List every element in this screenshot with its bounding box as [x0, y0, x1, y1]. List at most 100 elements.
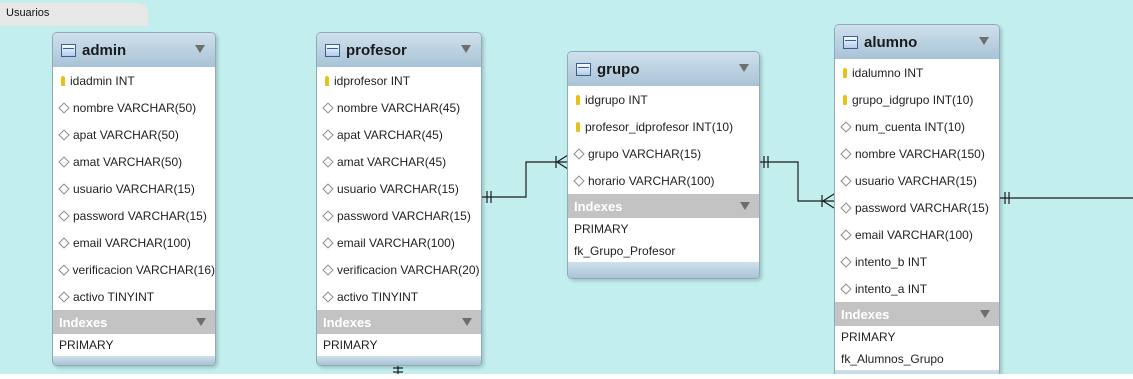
indexes-header[interactable]: Indexes	[53, 310, 215, 334]
column-label: password VARCHAR(15)	[337, 208, 471, 223]
table-header[interactable]: profesor	[317, 33, 481, 67]
key-icon	[843, 67, 847, 78]
table-header[interactable]: admin	[53, 33, 215, 67]
column-label: grupo_idgrupo INT(10)	[852, 92, 974, 107]
column-row[interactable]: email VARCHAR(100)	[317, 229, 481, 256]
table-footer	[53, 356, 215, 365]
column-label: activo TINYINT	[337, 289, 419, 304]
collapse-arrow-icon[interactable]	[462, 318, 472, 326]
column-icon	[573, 147, 585, 160]
table-header[interactable]: alumno	[835, 25, 999, 59]
column-row[interactable]: apat VARCHAR(45)	[317, 121, 481, 148]
collapse-arrow-icon[interactable]	[739, 64, 749, 72]
column-icon	[322, 182, 334, 195]
indexes-label: Indexes	[841, 306, 890, 322]
column-icon	[840, 120, 852, 133]
column-label: grupo VARCHAR(15)	[588, 146, 702, 161]
column-row[interactable]: activo TINYINT	[53, 283, 215, 310]
column-row[interactable]: idgrupo INT	[568, 86, 759, 113]
column-label: nombre VARCHAR(50)	[73, 100, 197, 115]
table-icon	[843, 35, 858, 49]
column-row[interactable]: idadmin INT	[53, 67, 215, 94]
column-icon	[58, 101, 70, 114]
column-row[interactable]: password VARCHAR(15)	[317, 202, 481, 229]
index-row[interactable]: PRIMARY	[568, 218, 759, 240]
indexes-header[interactable]: Indexes	[317, 310, 481, 334]
column-row[interactable]: horario VARCHAR(100)	[568, 167, 759, 194]
column-icon	[840, 174, 852, 187]
column-icon	[322, 290, 334, 303]
table-alumno[interactable]: alumno idalumno INT grupo_idgrupo INT(10…	[834, 24, 1000, 379]
column-label: activo TINYINT	[73, 289, 155, 304]
column-row[interactable]: usuario VARCHAR(15)	[317, 175, 481, 202]
collapse-arrow-icon[interactable]	[461, 45, 471, 53]
table-grupo[interactable]: grupo idgrupo INT profesor_idprofesor IN…	[567, 51, 760, 279]
column-row[interactable]: intento_a INT	[835, 275, 999, 302]
column-row[interactable]: idprofesor INT	[317, 67, 481, 94]
indexes-label: Indexes	[59, 314, 108, 330]
column-row[interactable]: verificacion VARCHAR(16)	[53, 256, 215, 283]
index-row[interactable]: fk_Grupo_Profesor	[568, 240, 759, 262]
column-row[interactable]: usuario VARCHAR(15)	[835, 167, 999, 194]
index-row[interactable]: fk_Alumnos_Grupo	[835, 348, 999, 370]
column-row[interactable]: intento_b INT	[835, 248, 999, 275]
column-label: nombre VARCHAR(45)	[337, 100, 461, 115]
table-admin[interactable]: admin idadmin INT nombre VARCHAR(50) apa…	[52, 32, 216, 366]
column-row[interactable]: grupo_idgrupo INT(10)	[835, 86, 999, 113]
table-name: profesor	[346, 41, 407, 59]
column-row[interactable]: verificacion VARCHAR(20)	[317, 256, 481, 283]
column-label: intento_b INT	[855, 254, 928, 269]
collapse-arrow-icon[interactable]	[196, 318, 206, 326]
indexes-header[interactable]: Indexes	[568, 194, 759, 218]
column-row[interactable]: password VARCHAR(15)	[835, 194, 999, 221]
column-label: amat VARCHAR(45)	[337, 154, 447, 169]
column-icon	[58, 182, 70, 195]
column-icon	[840, 201, 852, 214]
column-row[interactable]: grupo VARCHAR(15)	[568, 140, 759, 167]
table-name: alumno	[864, 33, 918, 51]
index-row[interactable]: PRIMARY	[53, 334, 215, 356]
key-icon	[61, 75, 65, 86]
column-row[interactable]: email VARCHAR(100)	[53, 229, 215, 256]
column-row[interactable]: nombre VARCHAR(150)	[835, 140, 999, 167]
collapse-arrow-icon[interactable]	[195, 45, 205, 53]
index-row[interactable]: PRIMARY	[835, 326, 999, 348]
column-label: apat VARCHAR(45)	[337, 127, 443, 142]
many-marker-alumno-b	[822, 193, 835, 202]
column-label: nombre VARCHAR(150)	[855, 146, 985, 161]
column-label: password VARCHAR(15)	[73, 208, 207, 223]
column-row[interactable]: amat VARCHAR(45)	[317, 148, 481, 175]
column-label: idalumno INT	[852, 65, 924, 80]
collapse-arrow-icon[interactable]	[979, 37, 989, 45]
column-row[interactable]: amat VARCHAR(50)	[53, 148, 215, 175]
column-row[interactable]: profesor_idprofesor INT(10)	[568, 113, 759, 140]
column-icon	[573, 174, 585, 187]
column-row[interactable]: email VARCHAR(100)	[835, 221, 999, 248]
diagram-canvas: Usuarios admin idadmin INT nombre VARCHA…	[0, 0, 1133, 379]
table-header[interactable]: grupo	[568, 52, 759, 86]
column-row[interactable]: nombre VARCHAR(50)	[53, 94, 215, 121]
table-icon	[61, 43, 76, 57]
key-icon	[576, 121, 580, 132]
column-row[interactable]: password VARCHAR(15)	[53, 202, 215, 229]
index-row[interactable]: PRIMARY	[317, 334, 481, 356]
column-row[interactable]: nombre VARCHAR(45)	[317, 94, 481, 121]
column-label: usuario VARCHAR(15)	[855, 173, 977, 188]
column-label: idprofesor INT	[334, 73, 411, 88]
indexes-header[interactable]: Indexes	[835, 302, 999, 326]
collapse-arrow-icon[interactable]	[980, 310, 990, 318]
table-profesor[interactable]: profesor idprofesor INT nombre VARCHAR(4…	[316, 32, 482, 366]
column-icon	[322, 263, 334, 276]
column-label: email VARCHAR(100)	[73, 235, 191, 250]
column-label: password VARCHAR(15)	[855, 200, 989, 215]
column-row[interactable]: num_cuenta INT(10)	[835, 113, 999, 140]
collapse-arrow-icon[interactable]	[740, 202, 750, 210]
table-icon	[576, 62, 591, 76]
column-row[interactable]: apat VARCHAR(50)	[53, 121, 215, 148]
column-label: amat VARCHAR(50)	[73, 154, 183, 169]
column-row[interactable]: idalumno INT	[835, 59, 999, 86]
column-row[interactable]: activo TINYINT	[317, 283, 481, 310]
many-marker-alumno-c	[822, 200, 835, 209]
column-icon	[322, 236, 334, 249]
column-row[interactable]: usuario VARCHAR(15)	[53, 175, 215, 202]
